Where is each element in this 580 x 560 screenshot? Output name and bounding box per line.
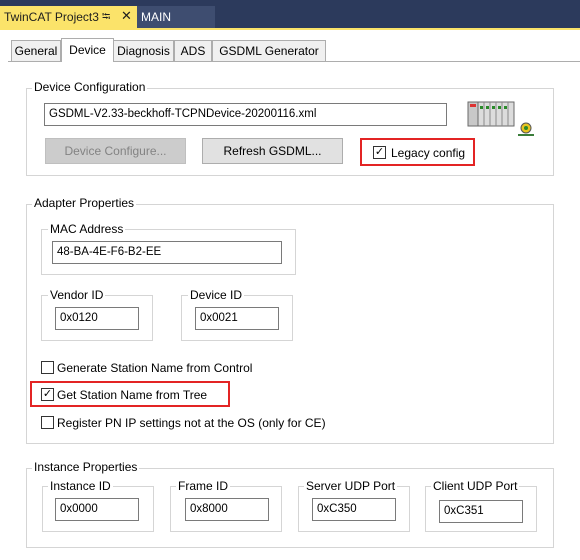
profinet-device-icon <box>467 101 534 136</box>
generate-station-name-label: Generate Station Name from Control <box>57 361 253 375</box>
register-pn-ip-label: Register PN IP settings not at the OS (o… <box>57 416 326 430</box>
document-tab-main[interactable]: MAIN <box>137 6 215 28</box>
frame-id-field[interactable]: 0x8000 <box>185 498 269 521</box>
instance-id-field[interactable]: 0x0000 <box>55 498 139 521</box>
get-station-name-checkbox[interactable]: ✓ <box>41 388 54 401</box>
document-tab-label: MAIN <box>141 10 171 24</box>
mac-address-label: MAC Address <box>48 222 126 236</box>
client-udp-port-label: Client UDP Port <box>431 479 520 493</box>
tab-gsdml-generator[interactable]: GSDML Generator <box>212 40 326 61</box>
document-tab-project[interactable]: TwinCAT Project3 ⭾ ✕ <box>0 6 137 28</box>
legacy-config-checkbox[interactable]: ✓ <box>373 146 386 159</box>
refresh-gsdml-button[interactable]: Refresh GSDML... <box>202 138 343 164</box>
device-configure-button[interactable]: Device Configure... <box>45 138 186 164</box>
device-configuration-label: Device Configuration <box>32 80 148 94</box>
pin-icon[interactable]: ⭾ <box>102 6 110 28</box>
vendor-id-field[interactable]: 0x0120 <box>55 307 139 330</box>
tab-device[interactable]: Device <box>61 38 114 62</box>
gsdml-file-field[interactable]: GSDML-V2.33-beckhoff-TCPNDevice-20200116… <box>44 103 447 126</box>
device-id-field[interactable]: 0x0021 <box>195 307 279 330</box>
vendor-id-label: Vendor ID <box>48 288 106 302</box>
tab-label: General <box>14 44 58 58</box>
document-tab-label: TwinCAT Project3 <box>4 10 99 24</box>
tab-label: Diagnosis <box>117 44 170 58</box>
get-station-name-label: Get Station Name from Tree <box>57 388 208 402</box>
tab-label: ADS <box>180 44 206 58</box>
adapter-properties-label: Adapter Properties <box>32 196 137 210</box>
client-udp-port-field[interactable]: 0xC351 <box>439 500 523 523</box>
register-pn-ip-checkbox[interactable] <box>41 416 54 429</box>
tab-ads[interactable]: ADS <box>174 40 212 61</box>
tab-diagnosis[interactable]: Diagnosis <box>113 40 174 61</box>
instance-id-label: Instance ID <box>48 479 113 493</box>
active-tab-underline <box>0 28 580 30</box>
frame-id-label: Frame ID <box>176 479 231 493</box>
device-id-label: Device ID <box>188 288 245 302</box>
instance-properties-label: Instance Properties <box>32 460 140 474</box>
legacy-config-label: Legacy config <box>391 146 466 160</box>
tab-label: GSDML Generator <box>219 44 319 58</box>
tab-label: Device <box>69 43 106 57</box>
tab-general[interactable]: General <box>11 40 61 61</box>
server-udp-port-label: Server UDP Port <box>304 479 398 493</box>
close-icon[interactable]: ✕ <box>121 5 132 27</box>
mac-address-field[interactable]: 48-BA-4E-F6-B2-EE <box>52 241 282 264</box>
generate-station-name-checkbox[interactable] <box>41 361 54 374</box>
server-udp-port-field[interactable]: 0xC350 <box>312 498 396 521</box>
